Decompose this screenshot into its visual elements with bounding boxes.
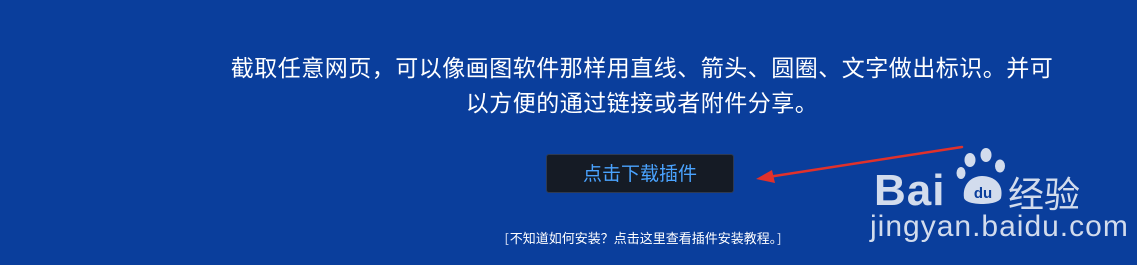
baidu-paw-icon: du — [956, 148, 1005, 204]
download-plugin-button[interactable]: 点击下载插件 — [546, 154, 734, 193]
help-close-bracket: ] — [776, 232, 782, 247]
baidu-jingyan-watermark: Bai du 经验 jingyan.baidu.com — [860, 140, 1128, 250]
watermark-paw-text: du — [974, 185, 992, 202]
install-tutorial-link[interactable]: 不知道如何安装？点击这里查看插件安装教程。 — [510, 232, 777, 247]
install-help: [不知道如何安装？点击这里查看插件安装教程。] — [448, 230, 838, 250]
intro-text: 截取任意网页，可以像画图软件那样用直线、箭头、圆圈、文字做出标识。并可以方便的通… — [230, 56, 1054, 117]
watermark-brand: Bai — [874, 166, 946, 215]
watermark-url: jingyan.baidu.com — [870, 210, 1129, 243]
